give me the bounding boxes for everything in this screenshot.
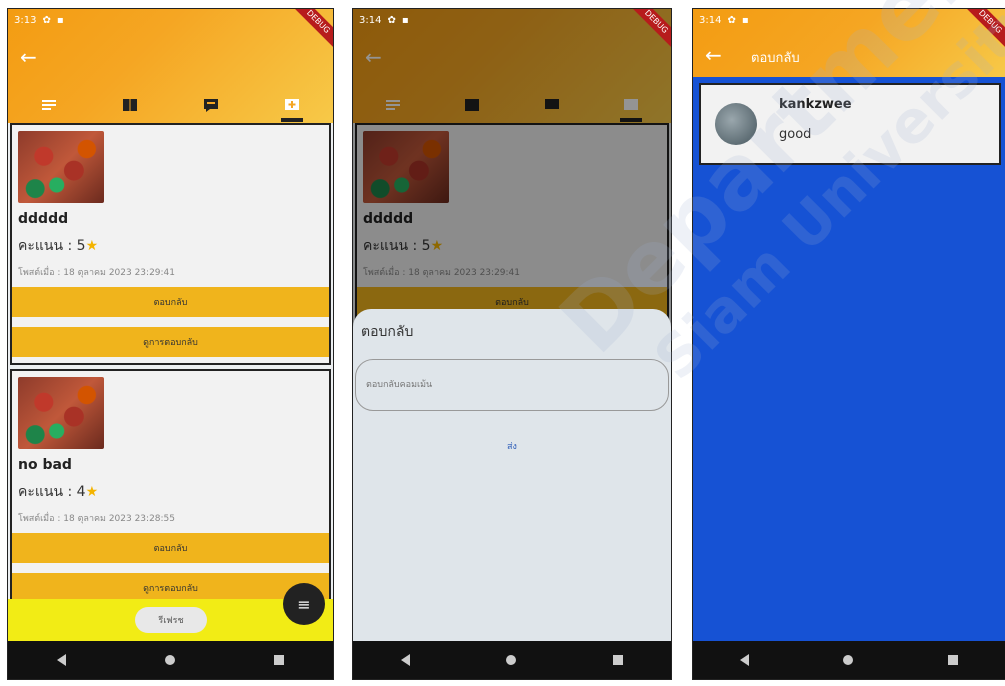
list-icon xyxy=(41,100,56,110)
review-card: no bad คะแนน : 4★ โพสต์เมื่อ : 18 ตุลาคม… xyxy=(10,369,331,605)
rating-label: คะแนน : 4 xyxy=(18,484,86,500)
review-list: ddddd คะแนน : 5★ โพสต์เมื่อ : 18 ตุลาคม … xyxy=(8,123,333,609)
reply-input[interactable] xyxy=(355,359,669,411)
nav-home-icon[interactable] xyxy=(506,655,517,665)
reply-username: kankzwee xyxy=(779,97,852,112)
settings-icon: ✿ xyxy=(727,15,736,26)
nav-home-icon[interactable] xyxy=(164,655,175,665)
status-bar: 3:14 ✿ ▪ xyxy=(353,9,671,33)
back-arrow-icon[interactable]: ← xyxy=(705,43,722,67)
status-time: 3:14 xyxy=(359,15,382,26)
nav-recent-icon[interactable] xyxy=(947,655,958,665)
nav-back-icon[interactable] xyxy=(401,654,411,666)
send-button[interactable]: ส่ง xyxy=(353,439,671,453)
reply-button[interactable]: ตอบกลับ xyxy=(12,287,329,317)
replies-body: kankzwee good xyxy=(693,77,1005,643)
phone-screen-reply-sheet: 3:14 ✿ ▪ DEBUG ← ddddd คะแนน : 5★ โพสต์เมื… xyxy=(352,8,672,680)
rating-label: คะแนน : 5 xyxy=(18,238,86,254)
system-nav-bar xyxy=(8,641,333,679)
nav-recent-icon[interactable] xyxy=(273,655,284,665)
tab-list[interactable] xyxy=(24,90,74,120)
phone-screen-reviews: 3:13 ✿ ▪ DEBUG ← ddddd คะแนน : 5★ โพสต์เมื… xyxy=(7,8,334,680)
star-icon: ★ xyxy=(85,238,99,254)
review-title: ddddd xyxy=(18,211,69,227)
notification-icon: ▪ xyxy=(741,15,749,26)
settings-icon: ✿ xyxy=(42,15,51,26)
status-bar: 3:14 ✿ ▪ xyxy=(693,9,1005,33)
nav-back-icon[interactable] xyxy=(57,654,67,666)
menu-fab[interactable]: ≡ xyxy=(283,583,325,625)
food-image xyxy=(18,131,104,203)
tab-reviews[interactable] xyxy=(267,90,317,122)
status-time: 3:14 xyxy=(699,15,722,26)
app-bar: 3:14 ✿ ▪ DEBUG ← ตอบกลับ xyxy=(693,9,1005,77)
star-icon: ★ xyxy=(85,484,99,500)
tab-menu[interactable] xyxy=(105,90,155,120)
nav-back-icon[interactable] xyxy=(740,654,750,666)
review-card: ddddd คะแนน : 5★ โพสต์เมื่อ : 18 ตุลาคม … xyxy=(10,123,331,365)
menu-icon: ≡ xyxy=(297,594,311,614)
tab-bar xyxy=(8,87,333,123)
system-nav-bar xyxy=(353,641,671,679)
review-date: โพสต์เมื่อ : 18 ตุลาคม 2023 23:29:41 xyxy=(18,268,175,278)
notification-icon: ▪ xyxy=(56,15,64,26)
reply-bottom-sheet: ตอบกลับ ส่ง xyxy=(353,309,671,643)
nav-home-icon[interactable] xyxy=(843,655,854,665)
book-icon xyxy=(122,99,137,111)
review-title: no bad xyxy=(18,457,72,473)
tab-chat[interactable] xyxy=(186,90,236,120)
reply-button[interactable]: ตอบกลับ xyxy=(12,533,329,563)
nav-recent-icon[interactable] xyxy=(612,655,623,665)
reply-icon xyxy=(285,99,300,110)
chat-icon xyxy=(204,99,219,112)
system-nav-bar xyxy=(693,641,1005,679)
sheet-title: ตอบกลับ xyxy=(361,324,414,340)
view-replies-button[interactable]: ดูการตอบกลับ xyxy=(12,327,329,357)
reply-card: kankzwee good xyxy=(699,83,1001,165)
status-time: 3:13 xyxy=(14,15,37,26)
page-title: ตอบกลับ xyxy=(751,51,800,66)
phone-screen-replies: 3:14 ✿ ▪ DEBUG ← ตอบกลับ kankzwee good xyxy=(692,8,1005,680)
review-date: โพสต์เมื่อ : 18 ตุลาคม 2023 23:28:55 xyxy=(18,514,175,524)
status-bar: 3:13 ✿ ▪ xyxy=(8,9,333,33)
back-arrow-icon[interactable]: ← xyxy=(20,45,37,69)
notification-icon: ▪ xyxy=(401,15,409,26)
review-rating: คะแนน : 5★ xyxy=(18,235,323,257)
review-rating: คะแนน : 4★ xyxy=(18,481,323,503)
refresh-button[interactable]: รีเฟรช xyxy=(135,607,207,633)
avatar xyxy=(715,103,757,145)
app-bar: 3:13 ✿ ▪ DEBUG ← xyxy=(8,9,333,123)
reply-comment: good xyxy=(779,127,812,142)
food-image xyxy=(18,377,104,449)
settings-icon: ✿ xyxy=(387,15,396,26)
page: 3:13 ✿ ▪ DEBUG ← ddddd คะแนน : 5★ โพสต์เมื… xyxy=(0,0,1005,686)
